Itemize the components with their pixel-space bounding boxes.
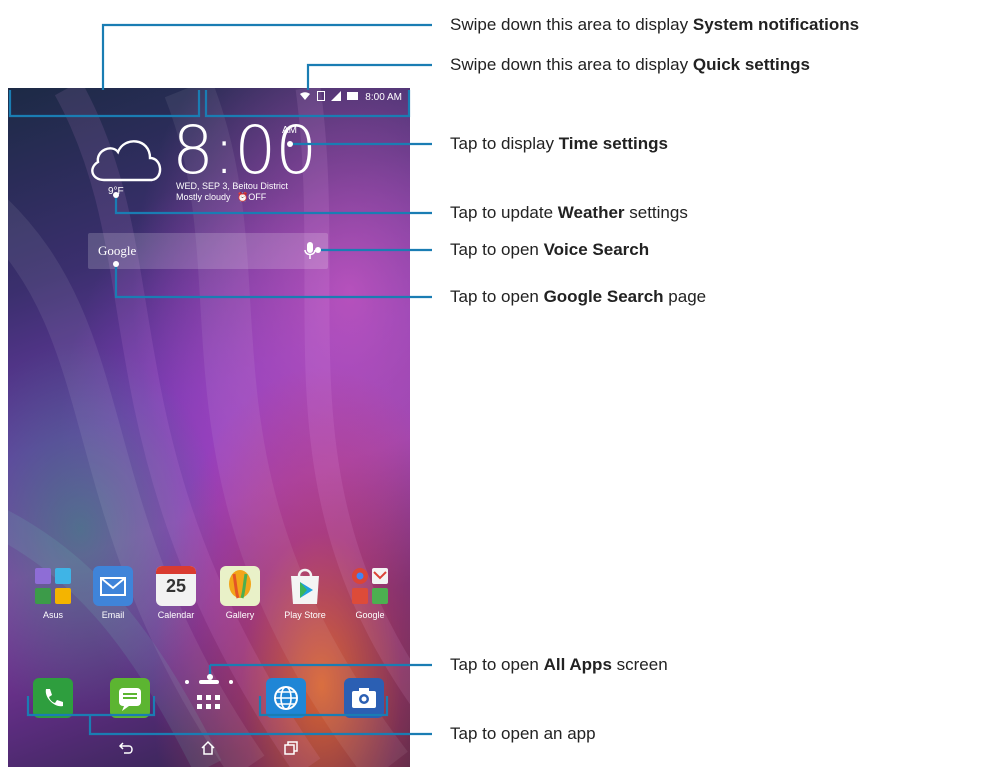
app-email[interactable]: Email (85, 566, 141, 620)
date-location: WED, SEP 3, Beitou District Mostly cloud… (176, 181, 288, 203)
google-folder-icon (350, 566, 390, 606)
alarm-status: OFF (248, 192, 267, 202)
home-screen: 8:00 AM 8:00 AM 9°F WED, SEP 3, Beitou D… (8, 88, 410, 767)
weather-condition: Mostly cloudy (176, 192, 231, 202)
clock-ampm: AM (282, 125, 297, 136)
phone-app-icon[interactable] (33, 678, 73, 718)
asus-folder-icon (33, 566, 73, 606)
google-search-label: Google (98, 243, 137, 258)
callout-weather: Tap to update Weather settings (450, 203, 688, 222)
browser-globe-icon[interactable] (266, 678, 306, 718)
all-apps-icon[interactable] (188, 678, 228, 718)
app-label: Asus (42, 610, 63, 620)
home-button-icon[interactable] (200, 740, 216, 761)
navigation-bar (8, 736, 410, 767)
weather-condition-row: Mostly cloudy ⏰OFF (176, 192, 288, 203)
email-icon (93, 566, 133, 606)
app-label: Calendar (157, 610, 195, 620)
callout-all-apps: Tap to open All Apps screen (450, 655, 668, 674)
callout-time-settings: Tap to display Time settings (450, 134, 668, 153)
gallery-balloon-icon (220, 566, 260, 606)
wifi-icon (299, 91, 311, 104)
weather-temperature[interactable]: 9°F (108, 186, 124, 197)
calendar-icon: 25 (156, 566, 196, 606)
app-label: Play Store (284, 610, 326, 620)
callout-google-search: Tap to open Google Search page (450, 287, 707, 306)
app-play-store[interactable]: Play Store (277, 566, 333, 620)
app-label: Google (355, 610, 385, 620)
callout-quick-settings: Swipe down this area to display Quick se… (450, 55, 810, 74)
calendar-date: 25 (165, 576, 187, 596)
status-time: 8:00 AM (365, 92, 402, 103)
back-button-icon[interactable] (118, 740, 134, 761)
app-gallery[interactable]: Gallery (212, 566, 268, 620)
app-label: Email (101, 610, 125, 620)
google-search-bar[interactable]: Google (88, 233, 328, 269)
callout-system-notifications: Swipe down this area to display System n… (450, 15, 860, 34)
messaging-app-icon[interactable] (110, 678, 150, 718)
app-calendar[interactable]: 25 Calendar (148, 566, 204, 620)
weather-cloud-icon[interactable] (86, 132, 166, 189)
camera-app-icon[interactable] (344, 678, 384, 718)
battery-icon (347, 92, 359, 103)
callout-voice-search: Tap to open Voice Search (450, 240, 650, 259)
app-asus-folder[interactable]: Asus (25, 566, 81, 620)
signal-icon (331, 91, 342, 104)
status-icons: 8:00 AM (299, 91, 402, 104)
alarm-icon: ⏰ (237, 192, 249, 202)
microphone-icon[interactable] (304, 242, 316, 265)
date-location-text: WED, SEP 3, Beitou District (176, 181, 288, 191)
recent-apps-button-icon[interactable] (283, 740, 299, 761)
status-bar[interactable]: 8:00 AM (8, 88, 410, 110)
app-google-folder[interactable]: Google (342, 566, 398, 620)
app-label: Gallery (225, 610, 255, 620)
callout-open-app: Tap to open an app (450, 724, 596, 743)
play-store-icon (285, 566, 325, 606)
sim-icon (317, 91, 326, 104)
